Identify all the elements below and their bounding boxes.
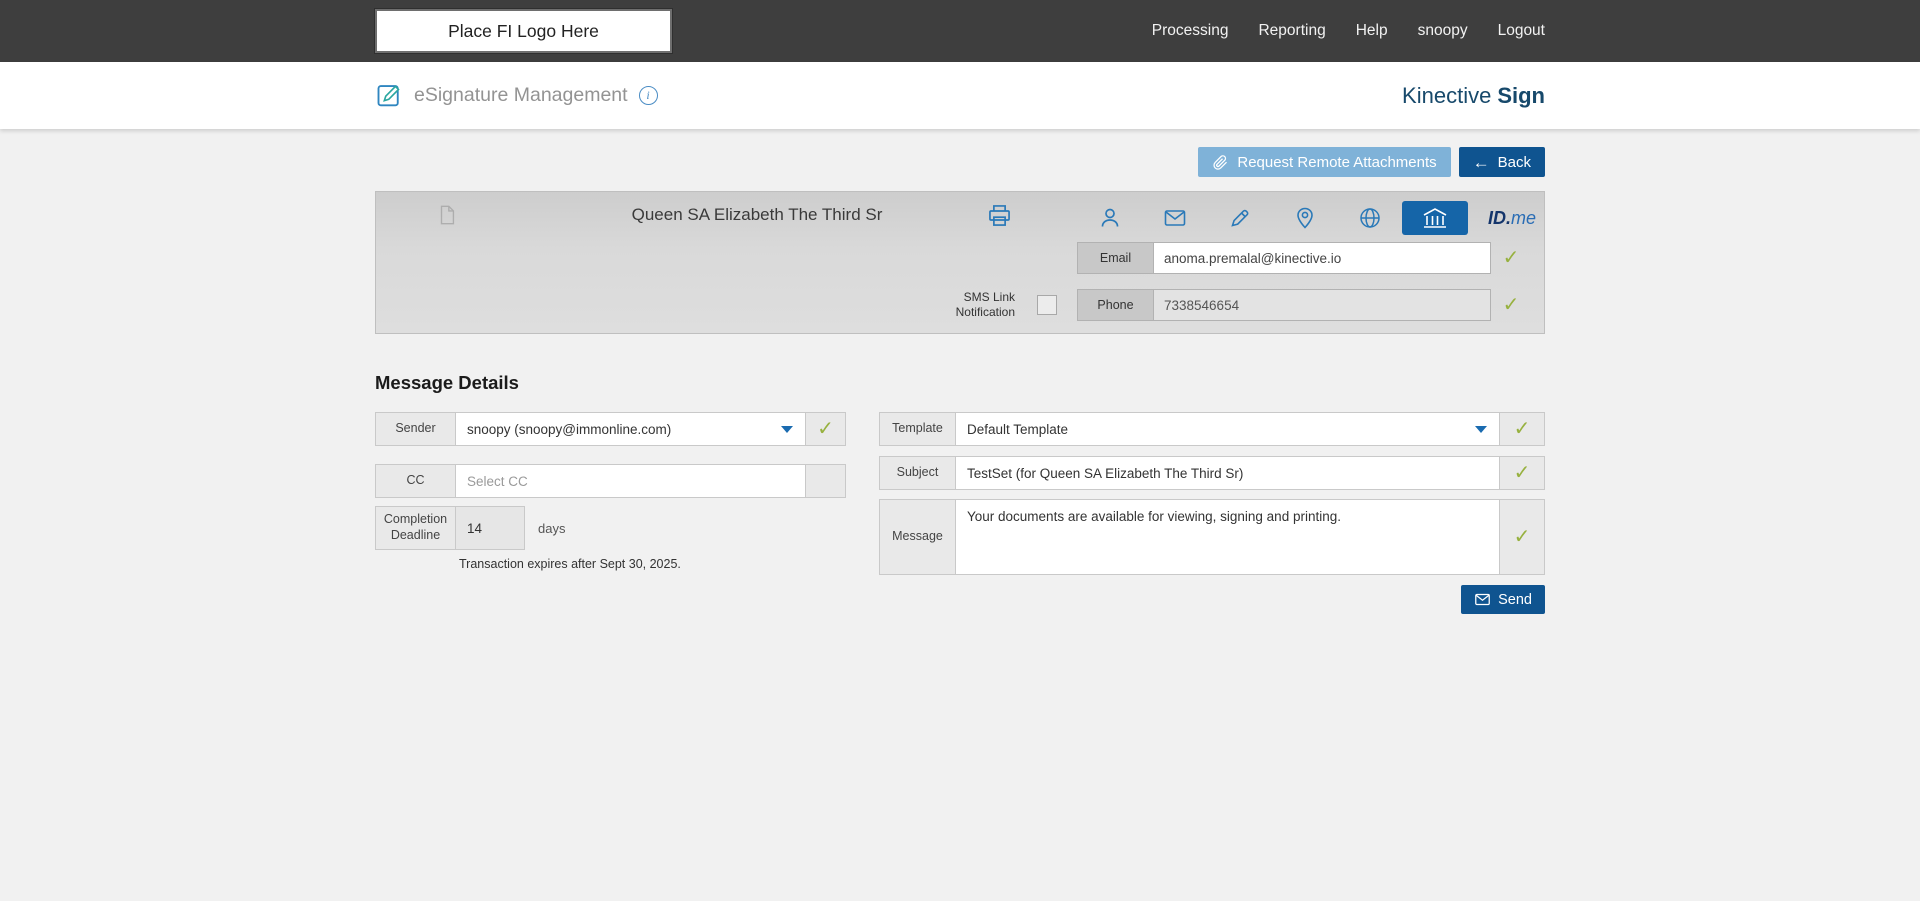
- expiry-note: Transaction expires after Sept 30, 2025.: [459, 557, 681, 571]
- delivery-method-icons: ID. me: [1098, 201, 1536, 235]
- sms-notification-checkbox[interactable]: [1037, 295, 1057, 315]
- recipient-name: Queen SA Elizabeth The Third Sr: [631, 205, 883, 224]
- message-valid-box: ✓: [1500, 499, 1545, 575]
- dropdown-arrow-icon: [1475, 426, 1487, 433]
- recipient-panel: Queen SA Elizabeth The Third Sr ID. me E…: [375, 191, 1545, 334]
- template-label: Template: [879, 412, 956, 446]
- nav-item-reporting[interactable]: Reporting: [1258, 22, 1325, 40]
- idme-logo[interactable]: ID. me: [1488, 208, 1536, 229]
- email-valid-check-icon: ✓: [1502, 247, 1520, 269]
- bank-branch-icon[interactable]: [1401, 201, 1468, 235]
- send-row: Send: [879, 585, 1545, 614]
- subject-valid-box: ✓: [1500, 456, 1545, 490]
- subject-input[interactable]: [956, 456, 1500, 490]
- back-button[interactable]: ← Back: [1458, 147, 1545, 177]
- nav-item-user[interactable]: snoopy: [1418, 22, 1468, 40]
- send-button[interactable]: Send: [1461, 585, 1545, 614]
- idme-me-text: me: [1510, 207, 1536, 228]
- location-pin-icon[interactable]: [1293, 206, 1317, 230]
- brand-name: Kinective: [1402, 82, 1492, 108]
- nav-item-processing[interactable]: Processing: [1152, 22, 1229, 40]
- sender-label: Sender: [375, 412, 456, 446]
- message-details-heading: Message Details: [375, 372, 519, 393]
- template-valid-box: ✓: [1500, 412, 1545, 446]
- back-arrow-icon: ←: [1472, 152, 1490, 172]
- subject-row: Subject ✓: [879, 456, 1545, 490]
- sender-valid-check-icon: ✓: [817, 418, 834, 440]
- form-right-column: Template Default Template ✓ Subject ✓: [879, 412, 1545, 614]
- email-input[interactable]: [1154, 242, 1491, 274]
- phone-input[interactable]: [1154, 289, 1491, 321]
- signature-pen-icon[interactable]: [1228, 206, 1252, 230]
- completion-deadline-label: Completion Deadline: [375, 506, 456, 550]
- phone-valid-check-icon: ✓: [1502, 294, 1520, 316]
- info-icon[interactable]: i: [638, 86, 658, 105]
- page-title: eSignature Management: [414, 84, 628, 106]
- person-icon[interactable]: [1098, 206, 1122, 230]
- completion-deadline-row: Completion Deadline days: [375, 506, 846, 550]
- sender-valid-box: ✓: [806, 412, 846, 446]
- cc-input[interactable]: [456, 464, 806, 498]
- back-label: Back: [1497, 153, 1531, 171]
- phone-row: SMS Link Notification Phone ✓: [376, 289, 1544, 321]
- phone-label: Phone: [1077, 289, 1154, 321]
- brand-product: Sign: [1497, 82, 1545, 108]
- top-nav: Processing Reporting Help snoopy Logout: [1152, 22, 1545, 40]
- esignature-document-icon: [375, 82, 403, 110]
- completion-deadline-input[interactable]: [456, 506, 525, 550]
- send-label: Send: [1498, 591, 1532, 608]
- send-envelope-icon: [1474, 591, 1491, 608]
- page-header: eSignature Management i Kinective Sign: [0, 62, 1920, 129]
- template-row: Template Default Template ✓: [879, 412, 1545, 446]
- email-row: Email ✓: [376, 242, 1544, 274]
- subject-valid-check-icon: ✓: [1513, 462, 1531, 484]
- nav-item-logout[interactable]: Logout: [1498, 22, 1545, 40]
- sender-value: snoopy (snoopy@immonline.com): [467, 421, 672, 437]
- message-row: Message Your documents are available for…: [879, 499, 1545, 575]
- cc-label: CC: [375, 464, 456, 498]
- brand-logo: Kinective Sign: [1402, 83, 1545, 109]
- sender-dropdown[interactable]: snoopy (snoopy@immonline.com): [456, 412, 806, 446]
- cc-suffix-box: [806, 464, 846, 498]
- idme-id-text: ID.: [1487, 207, 1511, 228]
- subject-label: Subject: [879, 456, 956, 490]
- deadline-unit-label: days: [538, 520, 566, 536]
- form-left-column: Sender snoopy (snoopy@immonline.com) ✓ C…: [375, 412, 846, 614]
- message-details-form: Sender snoopy (snoopy@immonline.com) ✓ C…: [375, 412, 1545, 614]
- sms-link-notification-label: SMS Link Notification: [955, 290, 1015, 319]
- sender-row: Sender snoopy (snoopy@immonline.com) ✓: [375, 412, 846, 446]
- dropdown-arrow-icon: [781, 426, 793, 433]
- message-valid-check-icon: ✓: [1513, 526, 1531, 548]
- template-value: Default Template: [967, 421, 1069, 437]
- email-label: Email: [1077, 242, 1154, 274]
- request-remote-attachments-label: Request Remote Attachments: [1237, 153, 1437, 171]
- top-navigation-bar: Place FI Logo Here Processing Reporting …: [0, 0, 1920, 62]
- globe-icon[interactable]: [1358, 206, 1382, 230]
- template-valid-check-icon: ✓: [1513, 418, 1531, 440]
- cc-row: CC: [375, 464, 846, 498]
- message-textarea[interactable]: Your documents are available for viewing…: [956, 499, 1500, 575]
- request-remote-attachments-button[interactable]: Request Remote Attachments: [1198, 147, 1451, 177]
- main-content: Request Remote Attachments ← Back Queen …: [0, 129, 1920, 614]
- paperclip-icon: [1212, 154, 1229, 171]
- envelope-icon[interactable]: [1163, 206, 1187, 230]
- template-dropdown[interactable]: Default Template: [956, 412, 1500, 446]
- fi-logo-placeholder: Place FI Logo Here: [375, 9, 672, 53]
- message-label: Message: [879, 499, 956, 575]
- nav-item-help[interactable]: Help: [1356, 22, 1388, 40]
- toolbar-actions: Request Remote Attachments ← Back: [375, 147, 1545, 177]
- printer-icon[interactable]: [986, 202, 1013, 229]
